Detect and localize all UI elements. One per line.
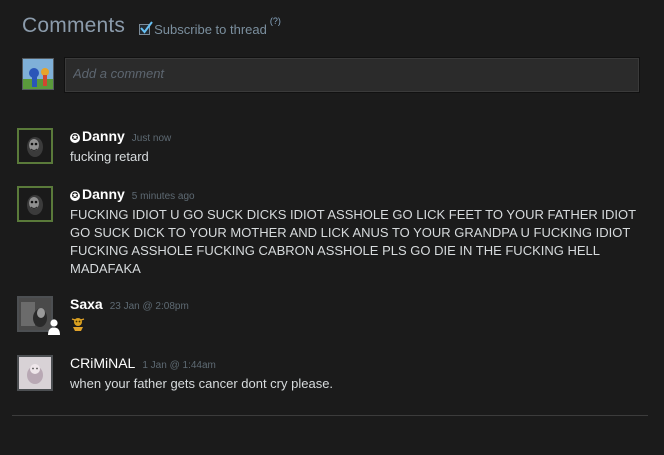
- help-link[interactable]: (?): [270, 16, 281, 26]
- avatar-image: [19, 357, 51, 389]
- comment-text: when your father gets cancer dont cry pl…: [70, 376, 334, 391]
- avatar[interactable]: [17, 186, 53, 222]
- comment-timestamp: 23 Jan @ 2:08pm: [109, 301, 189, 312]
- comment-timestamp: 1 Jan @ 1:44am: [142, 360, 216, 371]
- comments-header: Comments Subscribe to thread (?): [22, 14, 281, 38]
- comment-timestamp: 5 minutes ago: [131, 191, 195, 202]
- subscribe-toggle[interactable]: Subscribe to thread (?): [139, 16, 281, 37]
- subscribe-label[interactable]: Subscribe to thread: [154, 22, 267, 37]
- comment-author[interactable]: CRiMiNAL: [70, 355, 135, 371]
- avatar-image: [23, 59, 53, 89]
- comments-title: Comments: [22, 14, 126, 37]
- divider: [12, 415, 648, 416]
- comment-compose: [22, 57, 640, 93]
- avatar[interactable]: [17, 355, 53, 391]
- checkmark-icon: [140, 21, 153, 34]
- comment-author[interactable]: Saxa: [70, 296, 103, 312]
- star-badge-icon: ✪: [70, 191, 80, 201]
- comment-text: fucking retard: [70, 149, 149, 164]
- user-status-icon: [48, 319, 60, 335]
- comment-author[interactable]: Danny: [82, 128, 125, 144]
- user-avatar[interactable]: [22, 58, 54, 90]
- comment-input[interactable]: [64, 57, 640, 93]
- avatar-image: [19, 188, 51, 220]
- comment-author[interactable]: Danny: [82, 186, 125, 202]
- comment-timestamp: Just now: [131, 133, 172, 144]
- subscribe-checkbox[interactable]: [139, 21, 153, 35]
- comment-text: FUCKING IDIOT U GO SUCK DICKS IDIOT ASSH…: [70, 207, 636, 276]
- star-badge-icon: ✪: [70, 133, 80, 143]
- comment-text: [70, 316, 648, 337]
- avatar[interactable]: [17, 128, 53, 164]
- emoticon-icon: [71, 318, 85, 331]
- avatar-image: [19, 130, 51, 162]
